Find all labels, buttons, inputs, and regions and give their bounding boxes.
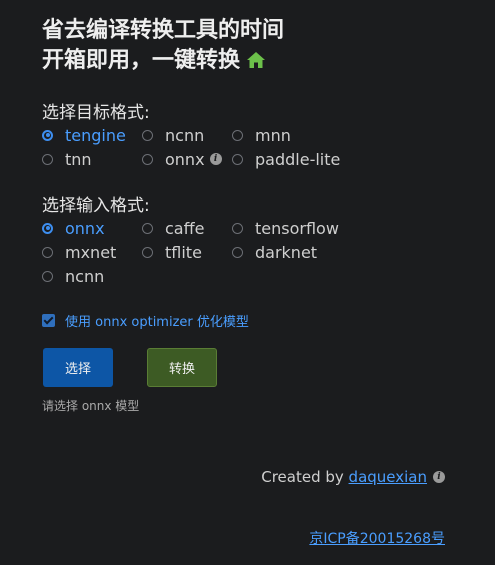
radio-dot [142, 153, 153, 165]
convert-button[interactable]: 转换 [147, 348, 217, 387]
radio-dot [42, 270, 53, 282]
radio-dot [142, 222, 153, 234]
option-label: tnn [65, 149, 92, 169]
radio-dot [42, 153, 53, 165]
target-option-onnx[interactable]: onnx i [142, 149, 222, 169]
option-label: onnx [65, 218, 105, 238]
option-label: darknet [255, 242, 318, 262]
radio-dot [42, 129, 53, 141]
option-label: tengine [65, 125, 126, 145]
option-label: onnx [165, 149, 205, 169]
home-icon [247, 52, 266, 68]
input-option-onnx[interactable]: onnx [42, 218, 105, 238]
target-option-ncnn[interactable]: ncnn [142, 125, 204, 145]
radio-dot [232, 129, 243, 141]
radio-dot [232, 246, 243, 258]
headline: 省去编译转换工具的时间 开箱即用，一键转换 [42, 16, 284, 76]
option-label: mnn [255, 125, 291, 145]
headline-line-2-wrap: 开箱即用，一键转换 [42, 46, 284, 76]
input-format-title: 选择输入格式: [42, 196, 150, 216]
info-icon[interactable]: i [209, 153, 222, 165]
radio-dot [232, 222, 243, 234]
option-label: tflite [165, 242, 202, 262]
optimizer-checkbox[interactable] [42, 314, 55, 327]
target-option-mnn[interactable]: mnn [232, 125, 291, 145]
option-label: mxnet [65, 242, 117, 262]
hint-text: 请选择 onnx 模型 [42, 399, 140, 413]
credit-line: Created by daquexian i [261, 468, 445, 486]
target-option-paddle-lite[interactable]: paddle-lite [232, 149, 340, 169]
option-label: tensorflow [255, 218, 339, 238]
radio-dot [142, 246, 153, 258]
input-option-caffe[interactable]: caffe [142, 218, 204, 238]
option-label: caffe [165, 218, 205, 238]
target-option-tengine[interactable]: tengine [42, 125, 126, 145]
radio-dot [142, 129, 153, 141]
optimizer-label: 使用 onnx optimizer 优化模型 [65, 315, 249, 330]
created-by-label: Created by [261, 468, 344, 486]
input-option-darknet[interactable]: darknet [232, 242, 317, 262]
radio-dot [232, 153, 243, 165]
input-option-mxnet[interactable]: mxnet [42, 242, 116, 262]
option-label: ncnn [65, 266, 105, 286]
author-link[interactable]: daquexian [349, 468, 427, 486]
target-format-title: 选择目标格式: [42, 103, 150, 123]
radio-dot [42, 246, 53, 258]
headline-line-2: 开箱即用，一键转换 [42, 48, 241, 73]
option-label: paddle-lite [255, 149, 341, 169]
icp-link[interactable]: 京ICP备20015268号 [309, 528, 445, 548]
radio-dot [42, 222, 53, 234]
select-button[interactable]: 选择 [43, 348, 113, 387]
page: 省去编译转换工具的时间 开箱即用，一键转换 选择目标格式: tengine nc… [0, 0, 495, 565]
input-option-tflite[interactable]: tflite [142, 242, 202, 262]
optimizer-checkbox-row[interactable]: 使用 onnx optimizer 优化模型 [42, 311, 249, 330]
input-option-tensorflow[interactable]: tensorflow [232, 218, 339, 238]
headline-line-1: 省去编译转换工具的时间 [42, 18, 285, 43]
target-option-tnn[interactable]: tnn [42, 149, 92, 169]
info-icon[interactable]: i [433, 471, 445, 483]
option-label: ncnn [165, 125, 205, 145]
input-option-ncnn[interactable]: ncnn [42, 266, 104, 286]
